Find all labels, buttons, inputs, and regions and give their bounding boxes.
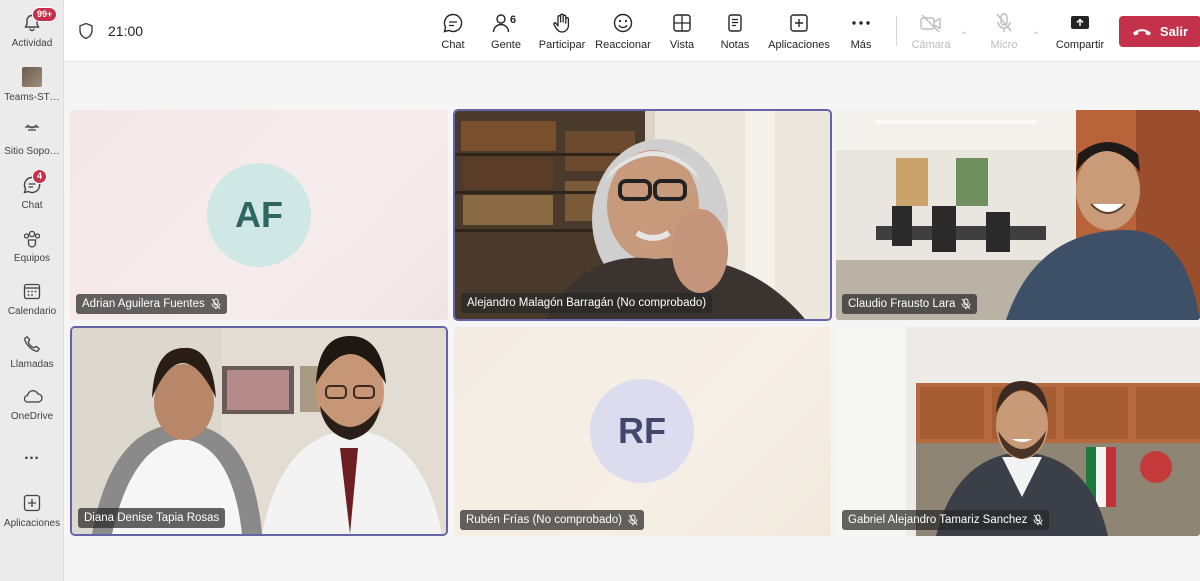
rail-item-site[interactable]: Sitio Sopo… — [0, 116, 64, 166]
rail-item-calls[interactable]: Llamadas — [0, 329, 64, 379]
mic-off-icon — [211, 298, 221, 310]
participant-tile-alejandro[interactable]: Alejandro Malagón Barragán (No comprobad… — [455, 111, 830, 319]
rail-item-apps[interactable]: Aplicaciones — [0, 488, 64, 538]
calendar-icon — [21, 280, 43, 302]
person-icon: 6 — [488, 12, 524, 34]
site-icon — [21, 120, 43, 142]
more-icon: … — [23, 446, 41, 463]
team-thumbnail — [21, 66, 43, 88]
video-feed — [836, 327, 1200, 536]
share-button[interactable]: Compartir — [1054, 12, 1106, 56]
video-feed — [836, 110, 1200, 320]
rail-item-team-st[interactable]: Teams-ST… — [0, 62, 64, 112]
cloud-icon — [21, 385, 43, 407]
rail-item-onedrive[interactable]: OneDrive — [0, 381, 64, 431]
view-button[interactable]: Vista — [669, 12, 695, 56]
chat-badge: 4 — [32, 169, 48, 184]
people-count: 6 — [510, 14, 517, 26]
meeting-toolbar: 21:00 Chat 6 Gente Participar Reaccionar… — [64, 0, 1200, 62]
notes-button[interactable]: Notas — [719, 12, 751, 56]
video-gallery: AF Adrian Aguilera Fuentes Alejandro Mal… — [64, 62, 1200, 581]
toolbar-divider — [896, 16, 897, 46]
participant-tile-gabriel[interactable]: Gabriel Alejandro Tamariz Sanchez — [836, 327, 1200, 536]
raise-hand-button[interactable]: Participar — [537, 12, 587, 56]
video-feed — [455, 111, 830, 319]
activity-badge: 99+ — [32, 7, 58, 22]
rail-label: Llamadas — [10, 359, 54, 370]
chat-icon: 4 — [21, 169, 48, 196]
more-icon — [851, 12, 871, 34]
participant-tile-diana[interactable]: Diana Denise Tapia Rosas — [72, 328, 446, 534]
share-screen-icon — [1069, 12, 1091, 34]
phone-icon — [21, 333, 43, 355]
leave-label: Salir — [1159, 24, 1189, 39]
hang-up-icon — [1132, 27, 1152, 37]
camera-button[interactable]: Cámara — [911, 12, 951, 56]
avatar: RF — [590, 379, 694, 483]
notes-icon — [726, 12, 744, 34]
rail-item-activity[interactable]: 99+ Actividad — [0, 7, 64, 58]
avatar: AF — [207, 163, 311, 267]
rail-label: Calendario — [7, 306, 57, 317]
shield-icon — [78, 22, 94, 40]
participant-name-tag: Rubén Frías (No comprobado) — [460, 510, 644, 530]
add-app-icon — [21, 492, 43, 514]
participant-name-tag: Adrian Aguilera Fuentes — [76, 294, 227, 314]
app-rail: 99+ Actividad Teams-ST… Sitio Sopo… 4 Ch… — [0, 0, 64, 581]
mic-off-icon — [1033, 514, 1043, 526]
teams-icon — [21, 227, 43, 249]
mic-off-icon — [961, 298, 971, 310]
chat-button[interactable]: Chat — [439, 12, 467, 56]
rail-item-more[interactable]: … — [0, 440, 64, 490]
mic-button[interactable]: Micro — [989, 12, 1019, 56]
mic-off-icon — [994, 12, 1014, 34]
meeting-timer: 21:00 — [108, 23, 144, 39]
rail-label: Sitio Sopo… — [4, 146, 60, 157]
camera-off-icon — [919, 12, 943, 34]
mic-off-icon — [628, 514, 638, 526]
rail-item-chat[interactable]: 4 Chat — [0, 169, 64, 220]
participant-tile-rf[interactable]: RF Rubén Frías (No comprobado) — [454, 327, 831, 536]
rail-label: Aplicaciones — [3, 518, 61, 529]
rail-label: Actividad — [11, 38, 53, 49]
more-button[interactable]: Más — [850, 12, 872, 56]
participant-name-tag: Claudio Frausto Lara — [842, 294, 978, 314]
leave-button[interactable]: Salir — [1119, 16, 1200, 47]
participant-name-tag: Alejandro Malagón Barragán (No comprobad… — [461, 293, 713, 313]
apps-button[interactable]: Aplicaciones — [766, 12, 832, 56]
rail-label: Teams-ST… — [4, 92, 60, 103]
hand-icon — [551, 12, 573, 34]
smiley-icon — [612, 12, 634, 34]
rail-label: Equipos — [13, 253, 51, 264]
bell-icon: 99+ — [21, 7, 58, 34]
grid-icon — [672, 12, 692, 34]
rail-label: Chat — [21, 200, 43, 211]
participant-tile-claudio[interactable]: Claudio Frausto Lara — [836, 110, 1200, 320]
participant-tile-af[interactable]: AF Adrian Aguilera Fuentes — [70, 110, 448, 320]
rail-label: OneDrive — [10, 411, 54, 422]
add-app-icon — [789, 12, 809, 34]
rail-item-teams[interactable]: Equipos — [0, 223, 64, 273]
chat-bubble-icon — [442, 12, 464, 34]
chevron-down-icon[interactable]: ⌄ — [1032, 26, 1040, 37]
rail-item-calendar[interactable]: Calendario — [0, 276, 64, 326]
participant-name-tag: Gabriel Alejandro Tamariz Sanchez — [842, 510, 1050, 530]
participant-name-tag: Diana Denise Tapia Rosas — [78, 508, 226, 528]
video-feed — [72, 328, 446, 534]
people-button[interactable]: 6 Gente — [488, 12, 524, 56]
react-button[interactable]: Reaccionar — [595, 12, 651, 56]
chevron-down-icon[interactable]: ⌄ — [960, 26, 968, 37]
